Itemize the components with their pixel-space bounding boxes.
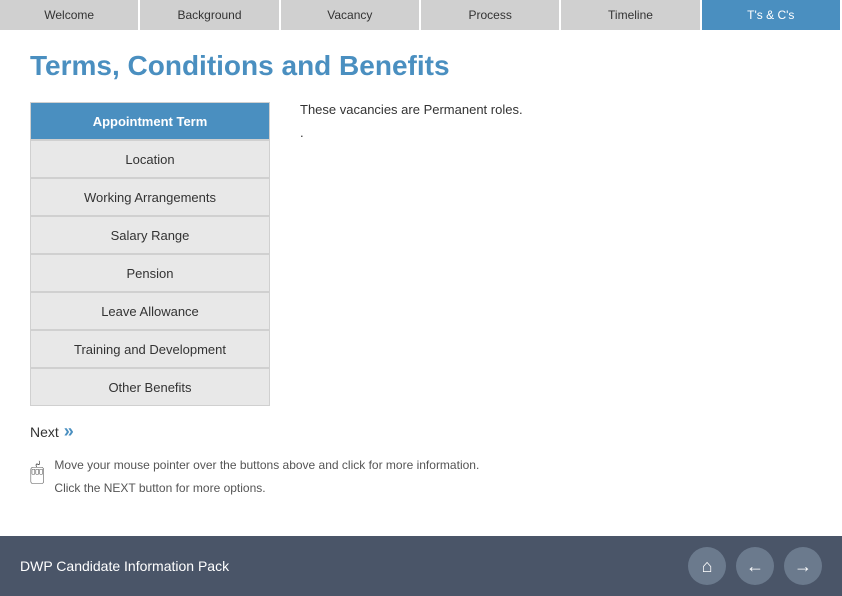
nav-tab-vacancy[interactable]: Vacancy: [281, 0, 421, 30]
footer-title: DWP Candidate Information Pack: [20, 558, 229, 574]
page-title: Terms, Conditions and Benefits: [30, 50, 812, 82]
sidebar-item-leave-allowance[interactable]: Leave Allowance: [30, 292, 270, 330]
back-icon: ←: [746, 556, 764, 577]
sidebar-item-training-development[interactable]: Training and Development: [30, 330, 270, 368]
sidebar-item-pension[interactable]: Pension: [30, 254, 270, 292]
content-paragraph-1: These vacancies are Permanent roles.: [300, 102, 812, 117]
footer-navigation: ⌂ ← →: [688, 547, 822, 585]
home-button[interactable]: ⌂: [688, 547, 726, 585]
top-navigation: Welcome Background Vacancy Process Timel…: [0, 0, 842, 30]
next-arrows-icon: »: [64, 421, 74, 442]
help-area: 🖱 Move your mouse pointer over the butto…: [30, 457, 812, 503]
sidebar-menu: Appointment Term Location Working Arrang…: [30, 102, 270, 406]
sidebar-item-working-arrangements[interactable]: Working Arrangements: [30, 178, 270, 216]
sidebar-item-other-benefits[interactable]: Other Benefits: [30, 368, 270, 406]
help-instruction-2: Click the NEXT button for more options.: [54, 480, 479, 497]
next-button-area[interactable]: Next »: [30, 421, 812, 442]
footer: DWP Candidate Information Pack ⌂ ← →: [0, 536, 842, 596]
nav-tab-background[interactable]: Background: [140, 0, 280, 30]
home-icon: ⌂: [702, 556, 713, 577]
hand-icon: 🖱: [30, 459, 44, 487]
sidebar-item-appointment-term[interactable]: Appointment Term: [30, 102, 270, 140]
forward-button[interactable]: →: [784, 547, 822, 585]
content-paragraph-2: .: [300, 125, 812, 140]
sidebar-item-salary-range[interactable]: Salary Range: [30, 216, 270, 254]
sidebar-item-location[interactable]: Location: [30, 140, 270, 178]
main-content: Terms, Conditions and Benefits Appointme…: [0, 30, 842, 523]
next-label: Next: [30, 424, 59, 440]
help-text: Move your mouse pointer over the buttons…: [54, 457, 479, 503]
nav-tab-timeline[interactable]: Timeline: [561, 0, 701, 30]
forward-icon: →: [794, 556, 812, 577]
help-instruction-1: Move your mouse pointer over the buttons…: [54, 457, 479, 474]
content-row: Appointment Term Location Working Arrang…: [30, 102, 812, 406]
back-button[interactable]: ←: [736, 547, 774, 585]
nav-tab-process[interactable]: Process: [421, 0, 561, 30]
right-panel: These vacancies are Permanent roles. .: [290, 102, 812, 406]
nav-tab-welcome[interactable]: Welcome: [0, 0, 140, 30]
nav-tab-tcs[interactable]: T's & C's: [702, 0, 842, 30]
